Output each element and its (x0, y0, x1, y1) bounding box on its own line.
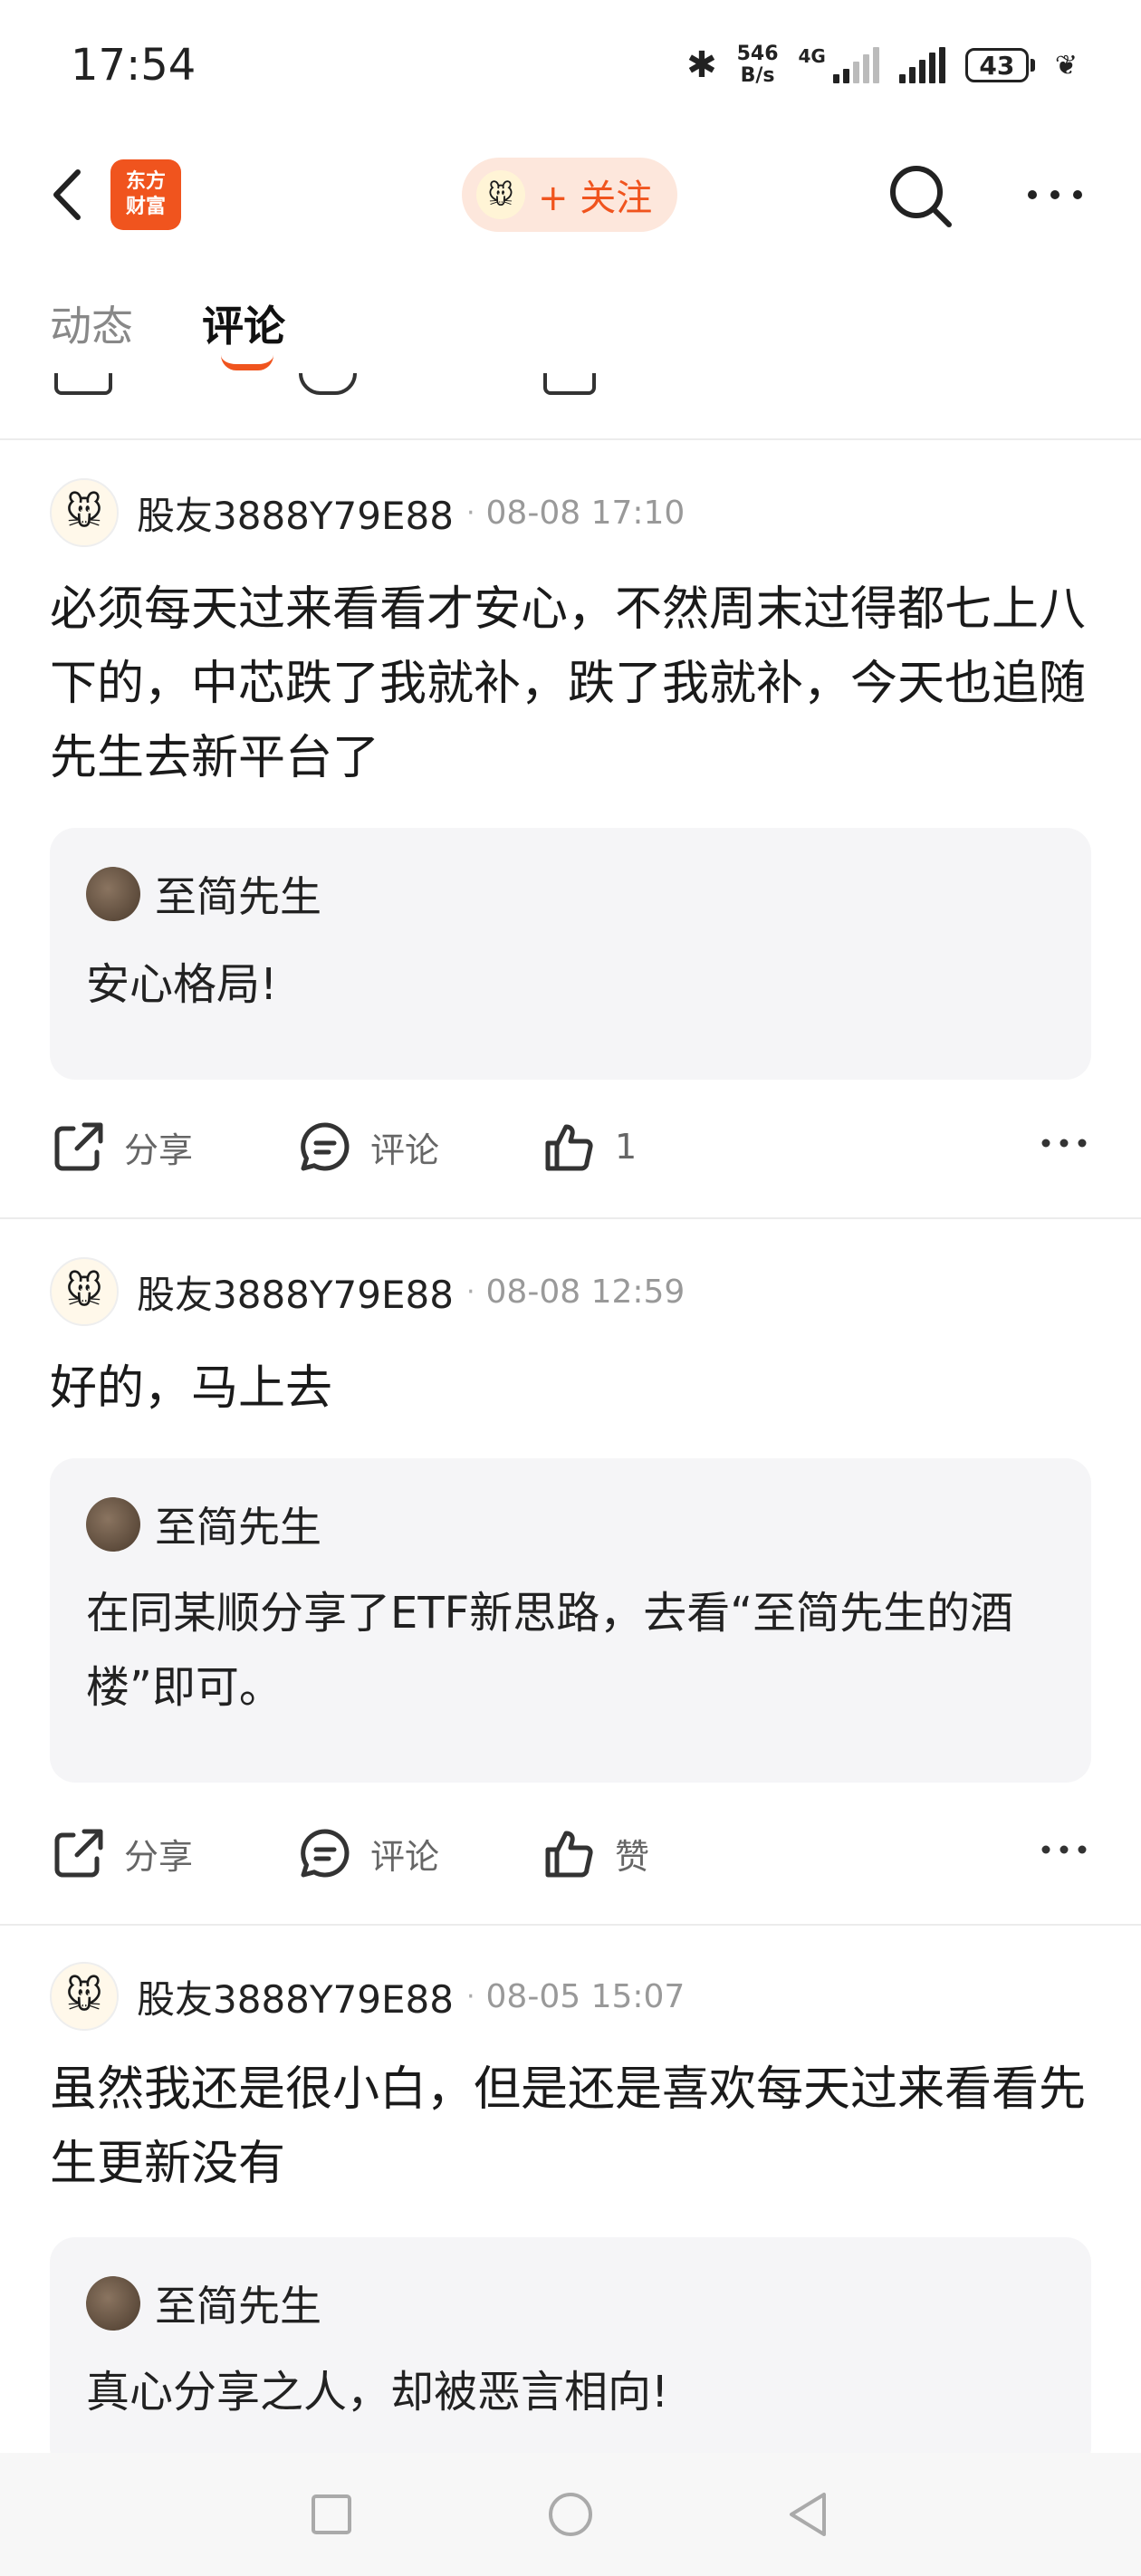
comment-icon (301, 1122, 350, 1171)
power-saving-icon: ❦ (1054, 49, 1078, 82)
battery-icon: 43 (964, 48, 1035, 82)
tab-comments[interactable]: 评论 (202, 293, 285, 353)
username[interactable]: 股友3888Y79E88 (137, 1264, 454, 1320)
reply-author: 至简先生 (155, 2282, 321, 2331)
previous-action-row (0, 373, 1141, 400)
tab-bar: 动态 评论 (0, 272, 1141, 371)
like-button[interactable]: 赞 (541, 1817, 649, 1889)
comment-icon (301, 1829, 350, 1878)
status-bar: 17:54 ✱ 546 B/s 4G 43 ❦ (0, 0, 1141, 136)
reply-header: 至简先生 (86, 2273, 321, 2333)
status-time: 17:54 (71, 40, 197, 91)
comment-time: 08-05 15:07 (485, 1977, 686, 2015)
reply-text: 在同某顺分享了ETF新思路，去看“至简先生的酒楼”即可。 (86, 1588, 1014, 1713)
reply-header: 至简先生 (86, 864, 321, 924)
comment-button[interactable]: 评论 (296, 1817, 439, 1889)
thumbs-up-icon (545, 1124, 593, 1171)
reply-header: 至简先生 (86, 1495, 321, 1554)
tab-active-indicator (221, 355, 273, 370)
like-button[interactable]: 1 (541, 1110, 637, 1183)
back-nav-icon[interactable] (781, 2487, 835, 2542)
cellular-signal-icon (898, 47, 945, 83)
separator-dot: · (465, 1980, 475, 2013)
back-icon[interactable] (47, 163, 91, 226)
app-logo[interactable]: 东方 财富 (110, 159, 181, 230)
share-button[interactable]: 分享 (50, 1817, 193, 1889)
comment-text: 必须每天过来看看才安心，不然周末过得都七上八下的，中芯跌了我就补，跌了我就补，今… (50, 582, 1087, 785)
user-avatar[interactable]: 🐭 (50, 1257, 119, 1326)
reply-quote[interactable]: 至简先生 安心格局! (50, 828, 1091, 1080)
reply-quote[interactable]: 至简先生 在同某顺分享了ETF新思路，去看“至简先生的酒楼”即可。 (50, 1458, 1091, 1783)
comment-header: 🐭 股友3888Y79E88 · 08-08 17:10 (50, 478, 685, 547)
comment-time: 08-08 17:10 (485, 494, 686, 532)
system-nav-bar (0, 2453, 1141, 2576)
tab-dynamic[interactable]: 动态 (50, 293, 133, 353)
divider (0, 1924, 1141, 1926)
reply-text: 真心分享之人，却被恶言相向! (86, 2367, 669, 2417)
username[interactable]: 股友3888Y79E88 (137, 485, 454, 541)
follow-button[interactable]: 🐭 + 关注 (462, 158, 677, 232)
home-icon[interactable] (543, 2487, 598, 2542)
more-options-icon[interactable] (1023, 181, 1087, 208)
search-icon[interactable] (884, 159, 956, 232)
user-avatar[interactable]: 🐭 (50, 478, 119, 547)
action-row: 分享 评论 1 (50, 1110, 1091, 1183)
reply-avatar (86, 867, 140, 921)
separator-dot: · (465, 496, 475, 529)
status-icons: ✱ 546 B/s 4G 43 ❦ (686, 43, 1078, 87)
more-icon[interactable] (1037, 1125, 1091, 1161)
cellular-4g-icon: 4G (799, 47, 879, 83)
divider (0, 1217, 1141, 1219)
comment-button[interactable]: 评论 (296, 1110, 439, 1183)
username[interactable]: 股友3888Y79E88 (137, 1969, 454, 2024)
comment-text: 虽然我还是很小白，但是还是喜欢每天过来看看先生更新没有 (50, 2062, 1087, 2191)
divider (0, 438, 1141, 440)
reply-quote[interactable]: 至简先生 真心分享之人，却被恶言相向! (50, 2237, 1091, 2473)
mascot-avatar: 🐭 (476, 170, 525, 219)
recent-apps-icon[interactable] (304, 2487, 359, 2542)
more-icon[interactable] (1037, 1831, 1091, 1868)
user-avatar[interactable]: 🐭 (50, 1962, 119, 2031)
reply-avatar (86, 2276, 140, 2331)
comment-header: 🐭 股友3888Y79E88 · 08-08 12:59 (50, 1257, 685, 1326)
thumbs-up-icon (545, 1831, 593, 1878)
comment-text: 好的，马上去 (50, 1361, 333, 1416)
reply-author: 至简先生 (155, 872, 321, 921)
share-icon (54, 1122, 103, 1171)
share-button[interactable]: 分享 (50, 1110, 193, 1183)
network-speed: 546 B/s (736, 43, 779, 87)
share-icon (54, 1829, 103, 1878)
reply-author: 至简先生 (155, 1503, 321, 1552)
reply-avatar (86, 1497, 140, 1552)
comment-time: 08-08 12:59 (485, 1273, 686, 1311)
action-row: 分享 评论 赞 (50, 1817, 1091, 1889)
top-nav: 东方 财富 🐭 + 关注 (0, 136, 1141, 254)
separator-dot: · (465, 1275, 475, 1308)
reply-text: 安心格局! (86, 959, 278, 1010)
comment-header: 🐭 股友3888Y79E88 · 08-05 15:07 (50, 1962, 685, 2031)
bluetooth-icon: ✱ (686, 44, 717, 86)
